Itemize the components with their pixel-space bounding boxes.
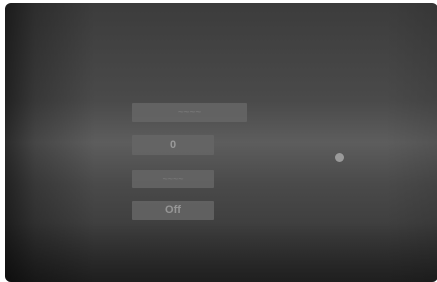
menu-option-top-button[interactable]: ~~~~ [132,103,247,122]
value-button[interactable]: 0 [132,135,214,155]
screen-panel: ~~~~ 0 ~~~~ Off [5,3,437,282]
off-button[interactable]: Off [132,201,214,220]
menu-option-mid-button[interactable]: ~~~~ [132,170,214,188]
indicator-dot-icon [335,153,344,162]
